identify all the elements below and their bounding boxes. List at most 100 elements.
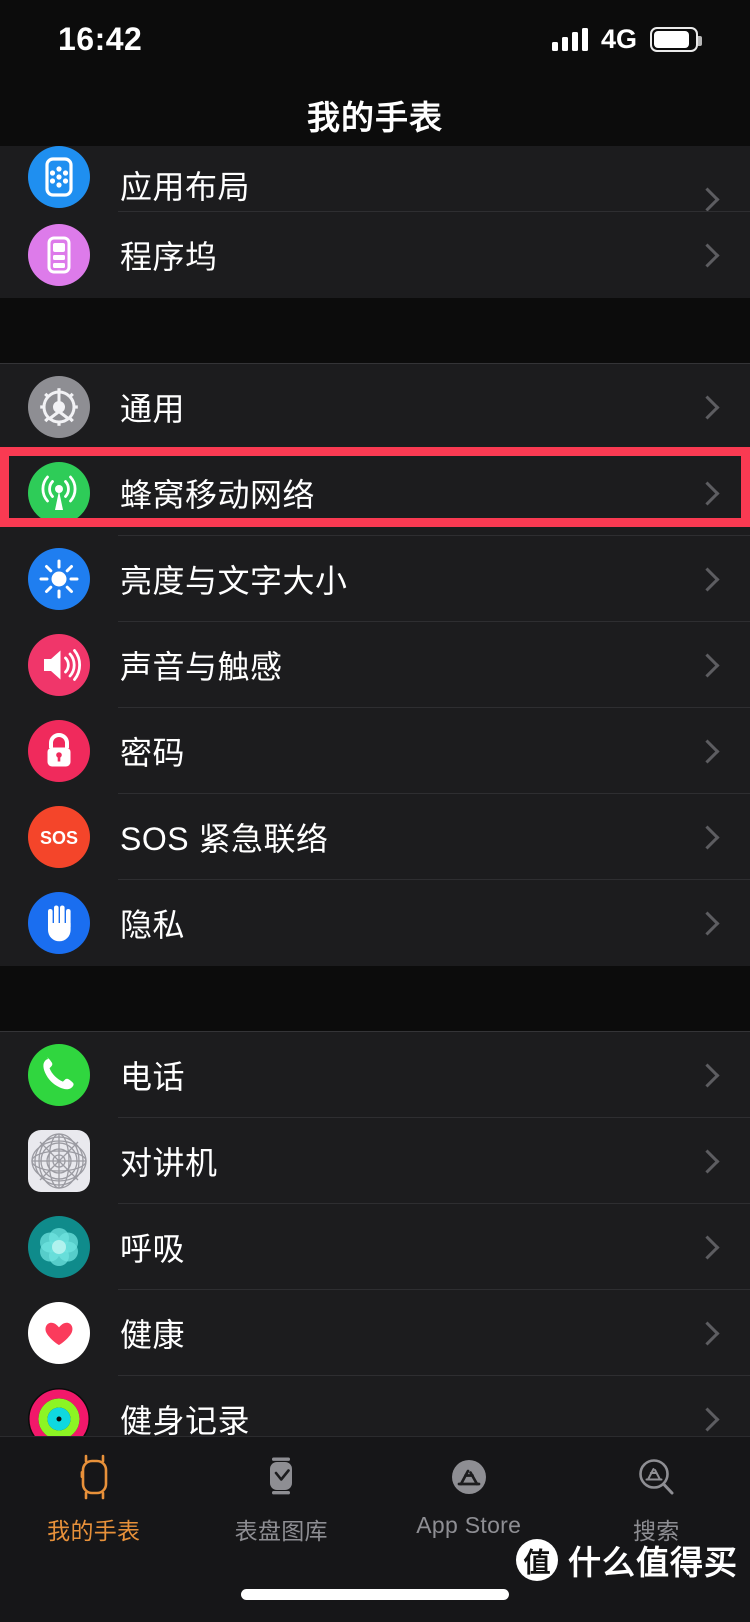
face-gallery-icon: [255, 1451, 307, 1503]
tab-label: App Store: [416, 1512, 522, 1538]
app-layout-glyph: [45, 157, 73, 197]
status-bar-indicators: 4G: [551, 23, 702, 55]
tab-label: 我的手表: [47, 1518, 141, 1544]
section-gap: [0, 966, 750, 1031]
search-appstore-icon: [630, 1451, 682, 1503]
watermark-badge: 值: [516, 1539, 558, 1581]
chevron-right-icon: [695, 1320, 720, 1346]
app-layout-icon: [28, 146, 90, 208]
list-item-app-layout[interactable]: 应用布局: [0, 146, 750, 212]
chevron-right-icon: [695, 394, 720, 420]
tab-face-gallery[interactable]: 表盘图库: [188, 1437, 376, 1555]
tab-bar: 我的手表 表盘图库 App Store 搜索: [0, 1436, 750, 1622]
list-item-breathe[interactable]: 呼吸: [0, 1204, 750, 1290]
sos-glyph: SOS: [40, 828, 78, 848]
list-item-activity[interactable]: 健身记录: [0, 1376, 750, 1436]
brightness-glyph: [39, 559, 79, 599]
sound-glyph: [44, 649, 82, 681]
status-bar-time: 16:42: [58, 20, 143, 57]
list-item-label: 亮度与文字大小: [120, 563, 348, 599]
walkie-talkie-glyph: [31, 1133, 87, 1189]
appstore-icon: [443, 1451, 495, 1503]
gear-glyph: [40, 388, 78, 426]
list-item-label: 程序坞: [120, 239, 218, 275]
watermark-text: 什么值得买: [568, 1544, 738, 1581]
iphone-screen: 16:42 4G 我的手表 应用布局 程序坞 通用 蜂窝移动网络 亮度与文字大小…: [0, 0, 750, 1622]
tab-my-watch[interactable]: 我的手表: [0, 1437, 188, 1555]
page-title: 我的手表: [307, 99, 443, 136]
phone-glyph: [43, 1057, 74, 1090]
list-item-health[interactable]: 健康: [0, 1290, 750, 1376]
chevron-right-icon: [695, 1234, 720, 1260]
chevron-right-icon: [695, 738, 720, 764]
chevron-right-icon: [695, 824, 720, 850]
list-item-passcode[interactable]: 密码: [0, 708, 750, 794]
gear-icon: [28, 376, 90, 438]
watermark: 值 什么值得买: [516, 1536, 738, 1584]
lock-icon: [28, 720, 90, 782]
chevron-right-icon: [695, 910, 720, 936]
breathe-glyph: [40, 1228, 78, 1266]
settings-list[interactable]: 应用布局 程序坞 通用 蜂窝移动网络 亮度与文字大小 声音与触感 密码 SOS …: [0, 146, 750, 1436]
chevron-right-icon: [695, 480, 720, 506]
signal-strength-icon: [551, 27, 588, 51]
cellular-glyph: [41, 475, 77, 510]
search-glyph: [639, 1459, 674, 1495]
breathe-icon: [28, 1216, 90, 1278]
chevron-right-icon: [695, 1148, 720, 1174]
list-item-brightness[interactable]: 亮度与文字大小: [0, 536, 750, 622]
hand-glyph: [48, 905, 71, 942]
list-item-privacy[interactable]: 隐私: [0, 880, 750, 966]
chevron-right-icon: [695, 187, 720, 212]
chevron-right-icon: [695, 566, 720, 592]
dock-glyph: [47, 236, 71, 274]
list-item-label: 对讲机: [120, 1145, 218, 1181]
walkie-talkie-icon: [28, 1130, 90, 1192]
heart-glyph: [45, 1322, 73, 1345]
dock-icon: [28, 224, 90, 286]
activity-rings-icon: [28, 1388, 90, 1436]
network-type-label: 4G: [600, 23, 637, 54]
chevron-right-icon: [695, 1406, 720, 1432]
watch-icon: [68, 1451, 120, 1503]
appstore-glyph: [451, 1460, 486, 1494]
list-item-label: 健康: [120, 1317, 186, 1353]
watch-glyph: [80, 1454, 108, 1500]
face-gallery-glyph: [270, 1457, 293, 1495]
svg-text:SOS: SOS: [40, 828, 78, 848]
list-item-walkie-talkie[interactable]: 对讲机: [0, 1118, 750, 1204]
list-item-cellular[interactable]: 蜂窝移动网络: [0, 450, 750, 536]
tab-label: 表盘图库: [234, 1518, 328, 1544]
list-item-phone[interactable]: 电话: [0, 1032, 750, 1118]
list-item-sounds-haptics[interactable]: 声音与触感: [0, 622, 750, 708]
activity-rings-glyph: [29, 1389, 89, 1436]
privacy-hand-icon: [28, 892, 90, 954]
status-bar: 16:42 4G: [0, 0, 750, 78]
chevron-right-icon: [695, 652, 720, 678]
sos-icon: SOS: [28, 806, 90, 868]
sound-icon: [28, 634, 90, 696]
chevron-right-icon: [695, 1062, 720, 1088]
settings-section-system: 通用 蜂窝移动网络 亮度与文字大小 声音与触感 密码 SOS SOS 紧急联络 …: [0, 364, 750, 966]
list-item-label: 通用: [120, 391, 186, 427]
battery-icon: [650, 26, 702, 52]
list-item-label: 蜂窝移动网络: [120, 477, 316, 513]
list-item-general[interactable]: 通用: [0, 364, 750, 450]
list-item-label: SOS 紧急联络: [120, 821, 329, 857]
cellular-icon: [28, 462, 90, 524]
list-item-dock[interactable]: 程序坞: [0, 212, 750, 298]
home-indicator[interactable]: [241, 1589, 509, 1600]
lock-glyph: [47, 733, 71, 767]
list-item-emergency-sos[interactable]: SOS SOS 紧急联络: [0, 794, 750, 880]
list-item-label: 声音与触感: [120, 649, 283, 685]
settings-section-watch-apps: 电话 对讲机 呼吸 健康 健身记录: [0, 1032, 750, 1436]
brightness-icon: [28, 548, 90, 610]
section-gap: [0, 298, 750, 363]
chevron-right-icon: [695, 242, 720, 268]
list-item-label: 密码: [120, 735, 186, 771]
settings-section-apps: 应用布局 程序坞: [0, 146, 750, 298]
list-item-label: 呼吸: [120, 1231, 186, 1267]
list-item-label: 隐私: [120, 907, 186, 943]
list-item-label: 健身记录: [120, 1403, 251, 1436]
phone-icon: [28, 1044, 90, 1106]
